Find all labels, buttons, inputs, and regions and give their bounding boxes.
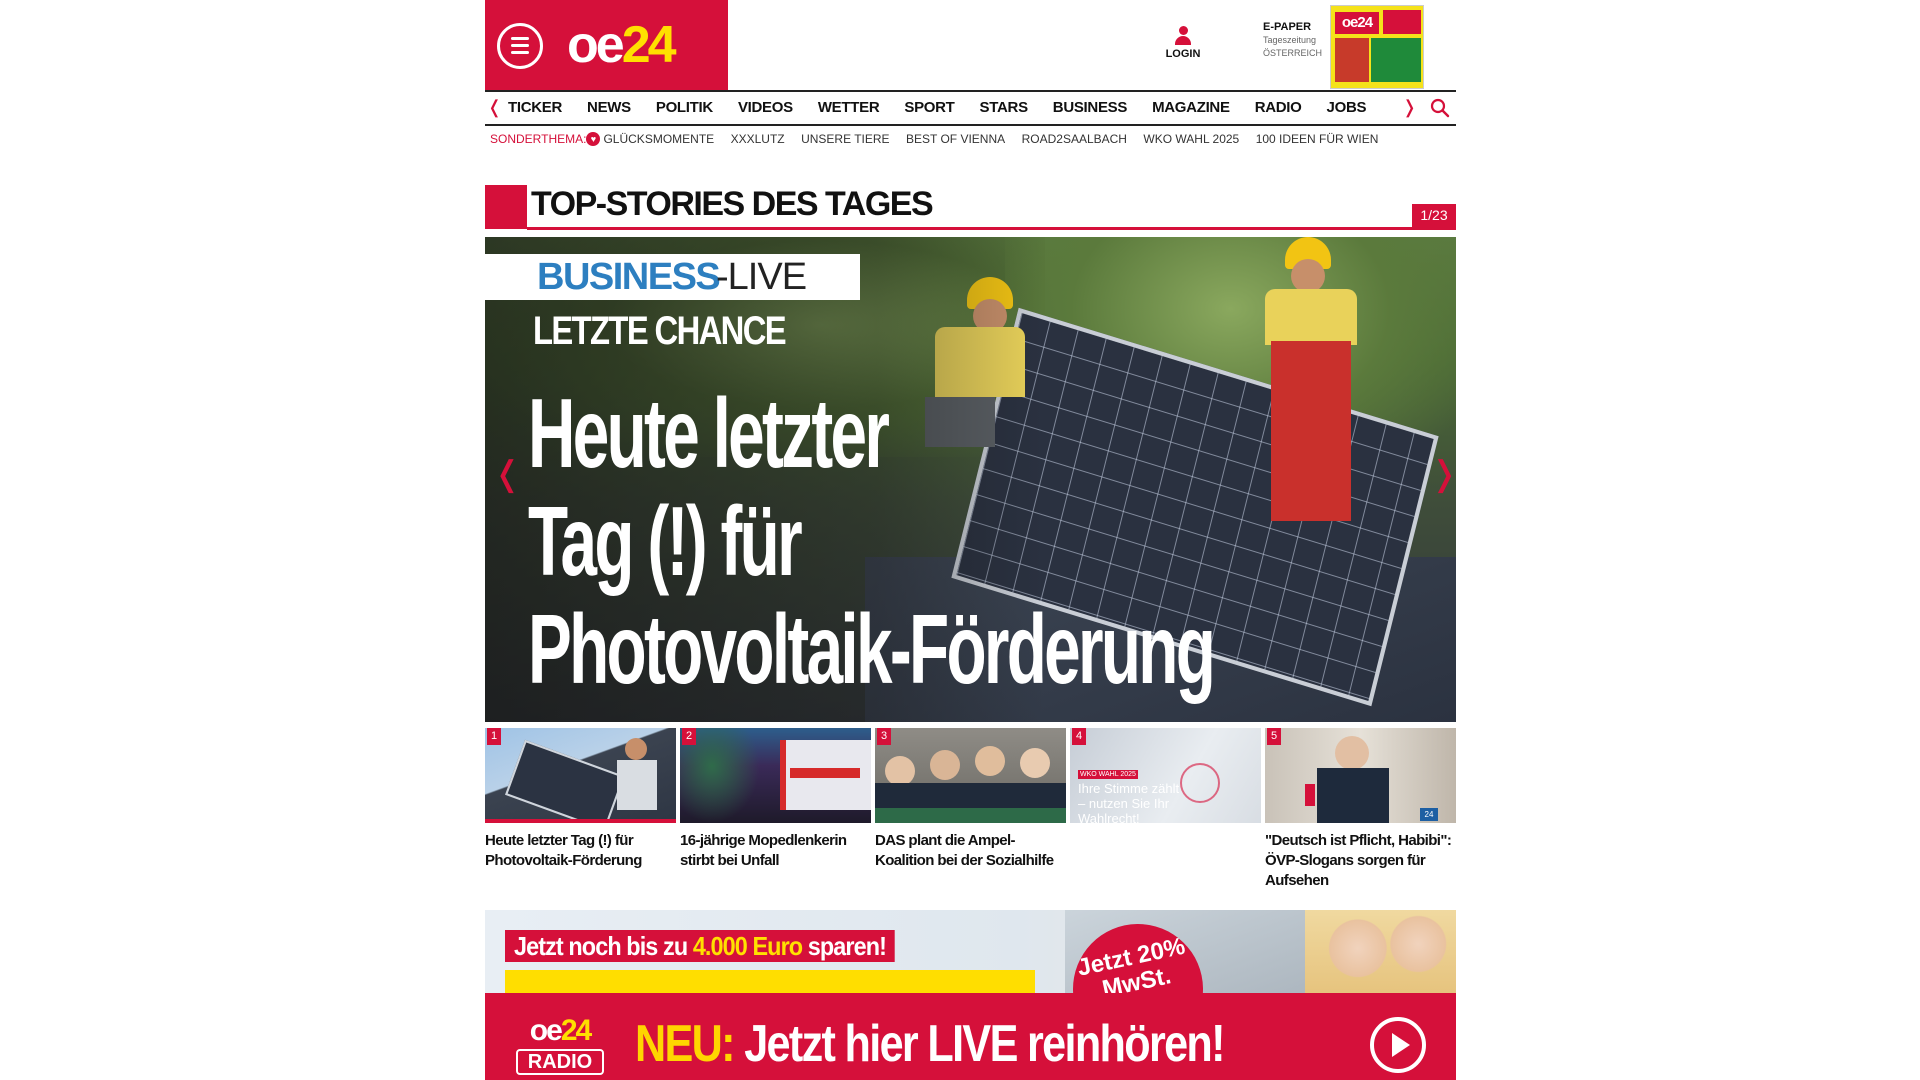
epaper-title: E-PAPER [1263, 21, 1312, 33]
hero-kicker: LETZTE CHANCE [533, 309, 787, 353]
thumbnail-caption: 16-jährige Mopedlenkerin stirbt bei Unfa… [680, 832, 847, 869]
story-thumbnail[interactable]: 1 Heute letzter Tag (!) für Photovoltaik… [485, 728, 676, 871]
radio-cta-text: NEU: Jetzt hier LIVE reinhören! [635, 1015, 1226, 1073]
menu-line-icon [511, 51, 529, 54]
hamburger-menu-button[interactable] [497, 23, 543, 69]
top-stories-header: TOP-STORIES DES TAGES 1/23 [485, 183, 1456, 230]
menu-line-icon [511, 37, 529, 40]
nav-item-magazine[interactable]: MAGAZINE [1152, 99, 1230, 116]
story-thumbnail[interactable]: 2 16-jährige Mopedlenkerin stirbt bei Un… [680, 728, 871, 871]
ad-yellow-strip [505, 970, 1035, 995]
ad-people-image [1305, 910, 1456, 995]
login-button[interactable]: LOGIN [1163, 26, 1203, 60]
badge-business-text: BUSINESS [537, 256, 721, 298]
slide-counter: 1/23 [1412, 204, 1456, 227]
business-live-badge: BUSINESS -LIVE [485, 254, 860, 300]
hero-headline[interactable]: Heute letzter Tag (!) für Photovoltaik-F… [528, 379, 1216, 703]
nav-item-jobs[interactable]: JOBS [1327, 99, 1367, 116]
nav-items: TICKER NEWS POLITIK VIDEOS WETTER SPORT … [508, 99, 1391, 116]
thumbnail-number: 1 [487, 728, 501, 745]
nav-item-radio[interactable]: RADIO [1255, 99, 1302, 116]
active-indicator [485, 819, 676, 823]
sonderthema-item[interactable]: 100 IDEEN FÜR WIEN [1256, 132, 1379, 146]
nav-next-arrow-icon[interactable]: ❭ [1402, 97, 1417, 118]
epaper-link[interactable]: E-PAPER Tageszeitung ÖSTERREICH [1263, 20, 1322, 60]
login-label: LOGIN [1165, 48, 1201, 60]
nav-item-politik[interactable]: POLITIK [656, 99, 713, 116]
menu-line-icon [511, 44, 529, 47]
sonderthema-item[interactable]: XXXLUTZ [731, 132, 785, 146]
sonderthema-label: SONDERTHEMA: [490, 132, 587, 146]
sonderthema-item[interactable]: UNSERE TIERE [801, 132, 889, 146]
section-underline [527, 227, 1456, 230]
user-icon [1174, 26, 1192, 46]
story-thumbnails: 1 Heute letzter Tag (!) für Photovoltaik… [485, 728, 1456, 898]
thumbnail-caption: DAS plant die Ampel-Koalition bei der So… [875, 832, 1054, 869]
hero-next-arrow-icon[interactable]: ❭ [1430, 457, 1456, 491]
epaper-cover-thumbnail[interactable]: oe24 [1330, 5, 1424, 89]
sonderthema-item[interactable]: BEST OF VIENNA [906, 132, 1005, 146]
thumbnail-image: WKO WAHL 2025 Ihre Stimme zählt – nutzen… [1070, 728, 1261, 823]
sonderthema-items: GLÜCKSMOMENTE XXXLUTZ UNSERE TIERE BEST … [603, 130, 1390, 148]
nav-item-sport[interactable]: SPORT [904, 99, 954, 116]
section-accent-bar [485, 185, 527, 229]
thumbnail-number: 5 [1267, 728, 1281, 745]
hero-slide[interactable]: BUSINESS -LIVE LETZTE CHANCE Heute letzt… [485, 237, 1456, 722]
hero-prev-arrow-icon[interactable]: ❬ [493, 457, 522, 491]
sonderthema-bar: SONDERTHEMA: ♥ GLÜCKSMOMENTE XXXLUTZ UNS… [490, 131, 1390, 147]
main-navigation: ❬ TICKER NEWS POLITIK VIDEOS WETTER SPOR… [485, 90, 1456, 126]
nav-item-business[interactable]: BUSINESS [1053, 99, 1128, 116]
story-thumbnail[interactable]: WKO WAHL 2025 Ihre Stimme zählt – nutzen… [1070, 728, 1261, 831]
epaper-cover-logo: oe24 [1335, 12, 1379, 34]
sonderthema-item[interactable]: WKO WAHL 2025 [1143, 132, 1239, 146]
logo-block: oe24 [485, 0, 728, 90]
radio-live-bar[interactable]: oe24 RADIO NEU: Jetzt hier LIVE reinhöre… [485, 993, 1456, 1080]
nav-item-ticker[interactable]: TICKER [508, 99, 562, 116]
nav-item-stars[interactable]: STARS [980, 99, 1029, 116]
epaper-subtitle: Tageszeitung ÖSTERREICH [1263, 35, 1323, 58]
page: oe24 LOGIN E-PAPER Tageszeitung ÖSTERREI… [485, 0, 1456, 1080]
thumbnail-caption: "Deutsch ist Pflicht, Habibi": ÖVP-Sloga… [1265, 832, 1452, 889]
nav-item-videos[interactable]: VIDEOS [738, 99, 793, 116]
nav-prev-arrow-icon[interactable]: ❬ [487, 97, 502, 118]
thumbnail-image: 2 [680, 728, 871, 823]
site-logo[interactable]: oe24 [567, 16, 677, 74]
heart-icon: ♥ [586, 132, 601, 146]
nav-item-wetter[interactable]: WETTER [818, 99, 880, 116]
thumbnail-number: 2 [682, 728, 696, 745]
thumbnail-image: 3 [875, 728, 1066, 823]
nav-item-news[interactable]: NEWS [587, 99, 631, 116]
sonderthema-item[interactable]: GLÜCKSMOMENTE [603, 132, 714, 146]
thumbnail-image: 1 [485, 728, 676, 823]
ad-headline: Jetzt noch bis zu 4.000 Euro sparen! [505, 930, 896, 962]
play-icon[interactable] [1370, 1017, 1426, 1073]
search-icon[interactable] [1430, 98, 1450, 118]
overlay-text: Ihre Stimme zählt – nutzen Sie Ihr Wahlr… [1078, 781, 1180, 823]
thumbnail-number: 4 [1072, 728, 1086, 745]
section-title: TOP-STORIES DES TAGES [531, 185, 934, 223]
thumbnail-number: 3 [877, 728, 891, 745]
thumbnail-overlay: WKO WAHL 2025 Ihre Stimme zählt – nutzen… [1078, 764, 1188, 823]
story-thumbnail[interactable]: 3 DAS plant die Ampel-Koalition bei der … [875, 728, 1066, 871]
radio-logo: oe24 RADIO [515, 1015, 605, 1077]
overlay-tag: WKO WAHL 2025 [1078, 770, 1138, 779]
story-thumbnail[interactable]: 24 5 "Deutsch ist Pflicht, Habibi": ÖVP-… [1265, 728, 1456, 891]
badge-live-text: -LIVE [716, 256, 807, 298]
sonderthema-item[interactable]: ROAD2SAALBACH [1022, 132, 1127, 146]
site-header: oe24 LOGIN E-PAPER Tageszeitung ÖSTERREI… [485, 0, 1456, 90]
solar-ad-banner[interactable]: Jetzt noch bis zu 4.000 Euro sparen! Jet… [485, 910, 1456, 995]
thumbnail-caption: Heute letzter Tag (!) für Photovoltaik-F… [485, 832, 642, 869]
thumbnail-image: 24 5 [1265, 728, 1456, 823]
